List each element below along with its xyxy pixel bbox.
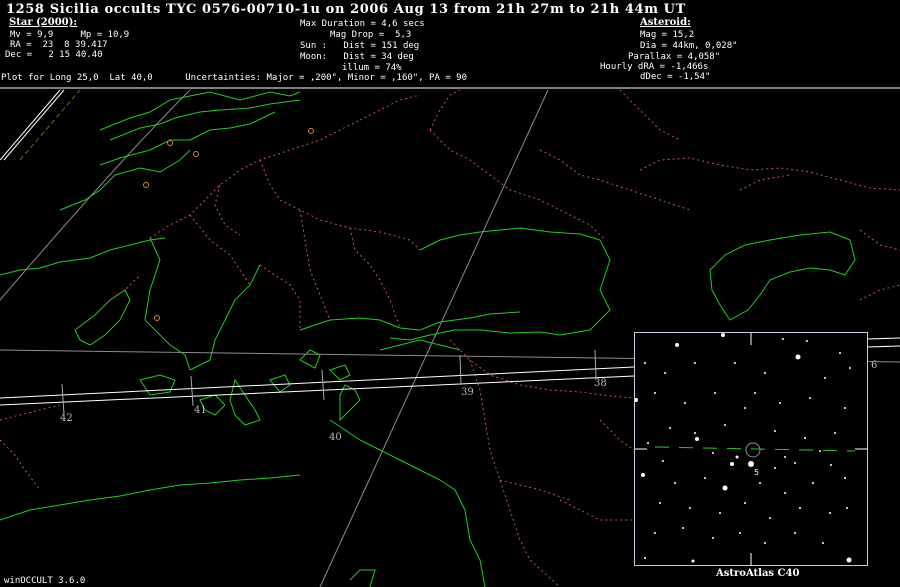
moon-distance: Moon: Dist = 34 deg [300, 52, 414, 62]
longitude-label-partial: 6 [871, 360, 878, 371]
asteroid-header: Asteroid: [640, 17, 691, 28]
mag-drop: Mag Drop = 5,3 [330, 30, 412, 40]
star-magnitude: Mv = 9,9 Mp = 10,9 [10, 30, 130, 40]
plot-location-uncertainties: Plot for Long 25,0 Lat 40,0 Uncertaintie… [1, 73, 467, 83]
occultation-map-window: 1258 Sicilia occults TYC 0576-00710-1u o… [0, 0, 900, 587]
meridian-line [319, 89, 549, 587]
city-markers [143, 128, 314, 321]
inset-stars [635, 333, 852, 563]
moon-illumination: illum = 74% [342, 63, 402, 73]
event-title: 1258 Sicilia occults TYC 0576-00710-1u o… [6, 2, 686, 17]
star-chart-inset: 5 [634, 332, 868, 566]
star-header: Star (2000): [9, 17, 78, 28]
sun-distance: Sun : Dist = 151 deg [300, 41, 420, 51]
hourly-dra: Hourly dRA = -1,466s [600, 62, 709, 72]
longitude-label-40: 40 [329, 432, 342, 443]
app-version: winOCCULT 3.6.0 [4, 576, 86, 586]
longitude-label-41: 41 [194, 405, 207, 416]
northern-limit-lines [0, 89, 65, 161]
longitude-label-42: 42 [60, 413, 73, 424]
uncertainty-line [19, 89, 81, 161]
inset-asteroid-track [654, 446, 856, 452]
asteroid-parallax: Parallax = 4,058" [628, 52, 721, 62]
star-ra: RA = 23 8 39.417 [10, 40, 108, 50]
max-duration: Max Duration = 4,6 secs [300, 19, 425, 29]
target-marker-label: 5 [754, 468, 759, 477]
star-dec: Dec = 2 15 40.40 [5, 50, 103, 60]
star-field: 5 [635, 333, 867, 565]
asteroid-diameter: Dia = 44km, 0,028" [640, 41, 738, 51]
asteroid-mag: Mag = 15,2 [640, 30, 695, 40]
longitude-label-39: 39 [461, 387, 474, 398]
ddec: dDec = -1,54" [640, 72, 711, 82]
grid-arc [0, 89, 191, 301]
target-star-circle [745, 442, 761, 458]
longitude-label-38: 38 [594, 378, 607, 389]
star-chart-label: AstroAtlas C40 [716, 568, 800, 579]
